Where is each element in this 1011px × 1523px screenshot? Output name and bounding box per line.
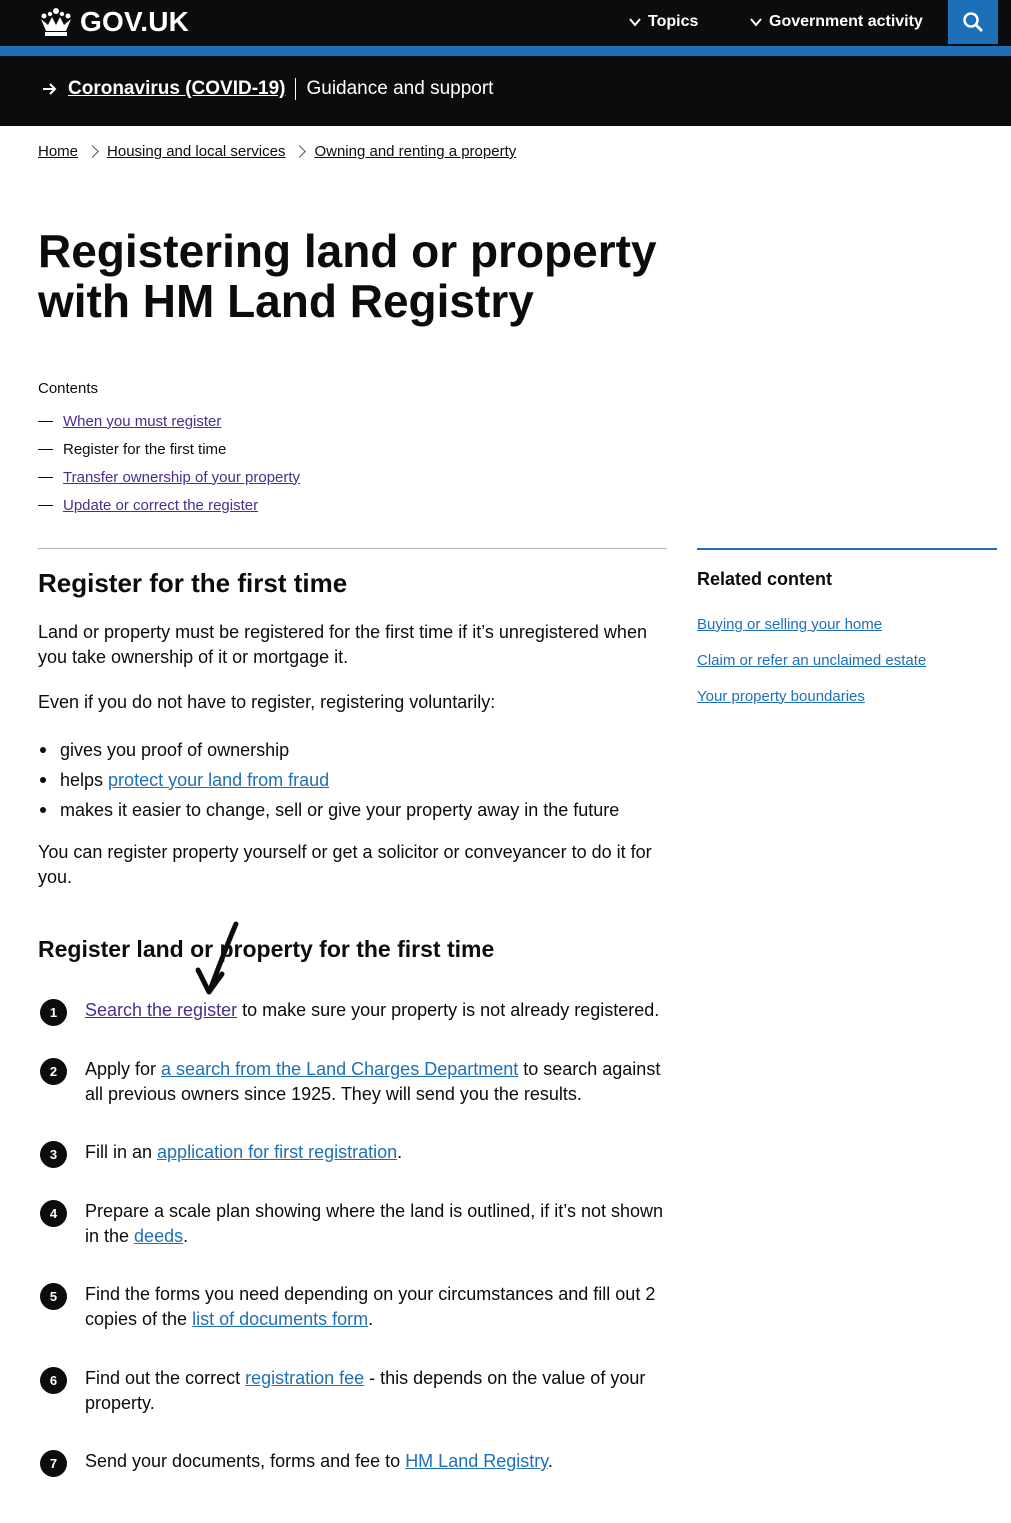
nav-topics[interactable]: Topics [628,0,698,44]
deeds-link[interactable]: deeds [134,1226,183,1246]
header-accent-bar [0,46,1011,56]
dash-icon [38,504,53,506]
contents-item: Update or correct the register [38,491,300,519]
search-button[interactable] [948,0,998,44]
hm-land-registry-link[interactable]: HM Land Registry [405,1451,548,1471]
contents-list: Contents When you must register Register… [38,380,300,519]
breadcrumb-housing[interactable]: Housing and local services [107,143,285,160]
related-link-property-boundaries[interactable]: Your property boundaries [697,688,865,705]
step-number: 5 [40,1283,67,1310]
search-register-link[interactable]: Search the register [85,1000,237,1020]
dash-icon [38,448,53,450]
step-text: Find out the correct [85,1368,246,1388]
covid-guidance-text: Guidance and support [306,78,494,99]
breadcrumb-home[interactable]: Home [38,143,78,160]
step-7: 7 Send your documents, forms and fee to … [40,1449,670,1477]
dash-icon [38,420,53,422]
arrow-right-icon [43,83,57,95]
bullet-text: makes it easier to change, sell or give … [60,799,620,820]
chevron-down-icon [750,18,762,27]
list-item: Claim or refer an unclaimed estate [697,642,926,678]
step-number: 2 [40,1058,67,1085]
search-icon [963,12,984,33]
step-number: 3 [40,1141,67,1168]
section-divider [38,548,667,549]
step-text: Send your documents, forms and fee to [85,1451,406,1471]
govuk-logo-link[interactable]: GOV.UK [38,4,189,40]
step-number: 6 [40,1367,67,1394]
step-3: 3 Fill in an application for first regis… [40,1140,670,1168]
contents-link-transfer-ownership[interactable]: Transfer ownership of your property [63,469,300,486]
covid-banner: Coronavirus (COVID-19) Guidance and supp… [0,56,1011,126]
voluntary-paragraph: Even if you do not have to register, reg… [38,692,496,712]
breadcrumb: Home Housing and local services Owning a… [38,143,516,160]
contents-item: When you must register [38,407,300,435]
contents-link-update-register[interactable]: Update or correct the register [63,497,258,514]
related-divider [697,548,997,550]
step-text: . [397,1142,403,1162]
land-charges-search-link[interactable]: a search from the Land Charges Departmen… [161,1059,518,1079]
contents-item: Transfer ownership of your property [38,463,300,491]
yourself-paragraph: You can register property yourself or ge… [38,842,652,887]
related-link-buying-selling[interactable]: Buying or selling your home [697,616,882,633]
chevron-down-icon [629,18,641,27]
step-text: Fill in an [85,1142,158,1162]
list-item: gives you proof of ownership [38,735,619,765]
contents-current-label: Register for the first time [63,440,227,458]
list-item: Buying or selling your home [697,606,926,642]
covid-divider [295,78,297,100]
contents-title: Contents [38,380,99,397]
related-links: Buying or selling your home Claim or ref… [697,606,926,714]
step-6: 6 Find out the correct registration fee … [40,1366,670,1416]
steps-heading: Register land or property for the first … [38,936,495,962]
related-content-title: Related content [697,569,833,589]
benefits-list: gives you proof of ownership helps prote… [38,735,619,825]
contents-link-when-must-register[interactable]: When you must register [63,413,221,430]
dash-icon [38,476,53,478]
bullet-icon [40,747,46,753]
step-text: . [183,1226,189,1246]
step-text: . [547,1451,553,1471]
breadcrumb-owning-renting[interactable]: Owning and renting a property [314,143,516,160]
bullet-text: gives you proof of ownership [60,739,290,760]
list-item: helps protect your land from fraud [38,765,619,795]
contents-item-current: Register for the first time [38,435,300,463]
chevron-right-icon [86,145,99,158]
bullet-text: helps [60,769,109,790]
bullet-icon [40,807,46,813]
list-item: makes it easier to change, sell or give … [38,795,619,825]
step-5: 5 Find the forms you need depending on y… [40,1282,670,1332]
step-1: 1 Search the register to make sure your … [40,998,670,1026]
chevron-right-icon [293,145,307,158]
first-registration-link[interactable]: application for first registration [157,1142,397,1162]
list-item: Your property boundaries [697,678,926,714]
annotation-arrow-icon [195,921,239,995]
step-text: . [368,1309,374,1329]
step-2: 2 Apply for a search from the Land Charg… [40,1057,670,1107]
nav-government-activity-label: Government activity [769,13,923,30]
crown-icon [41,8,71,36]
covid-link[interactable]: Coronavirus (COVID-19) [68,78,285,100]
registration-fee-link[interactable]: registration fee [245,1368,364,1388]
section-heading: Register for the first time [38,568,348,598]
page-title: Registering land or property with HM Lan… [38,225,657,327]
logo-text: GOV.UK [80,6,190,37]
list-of-documents-link[interactable]: list of documents form [192,1309,368,1329]
step-4: 4 Prepare a scale plan showing where the… [40,1199,670,1249]
bullet-icon [40,777,46,783]
nav-topics-label: Topics [648,13,699,30]
step-number: 1 [40,999,67,1026]
related-link-unclaimed-estate[interactable]: Claim or refer an unclaimed estate [697,652,926,669]
site-header: GOV.UK Topics Government activity [0,0,1011,46]
step-number: 4 [40,1200,67,1227]
step-text: to make sure your property is not alread… [237,1000,660,1020]
step-number: 7 [40,1450,67,1477]
intro-paragraph: Land or property must be registered for … [38,622,647,667]
step-text: Apply for [85,1059,162,1079]
nav-government-activity[interactable]: Government activity [749,0,923,44]
protect-land-fraud-link[interactable]: protect your land from fraud [108,770,329,791]
